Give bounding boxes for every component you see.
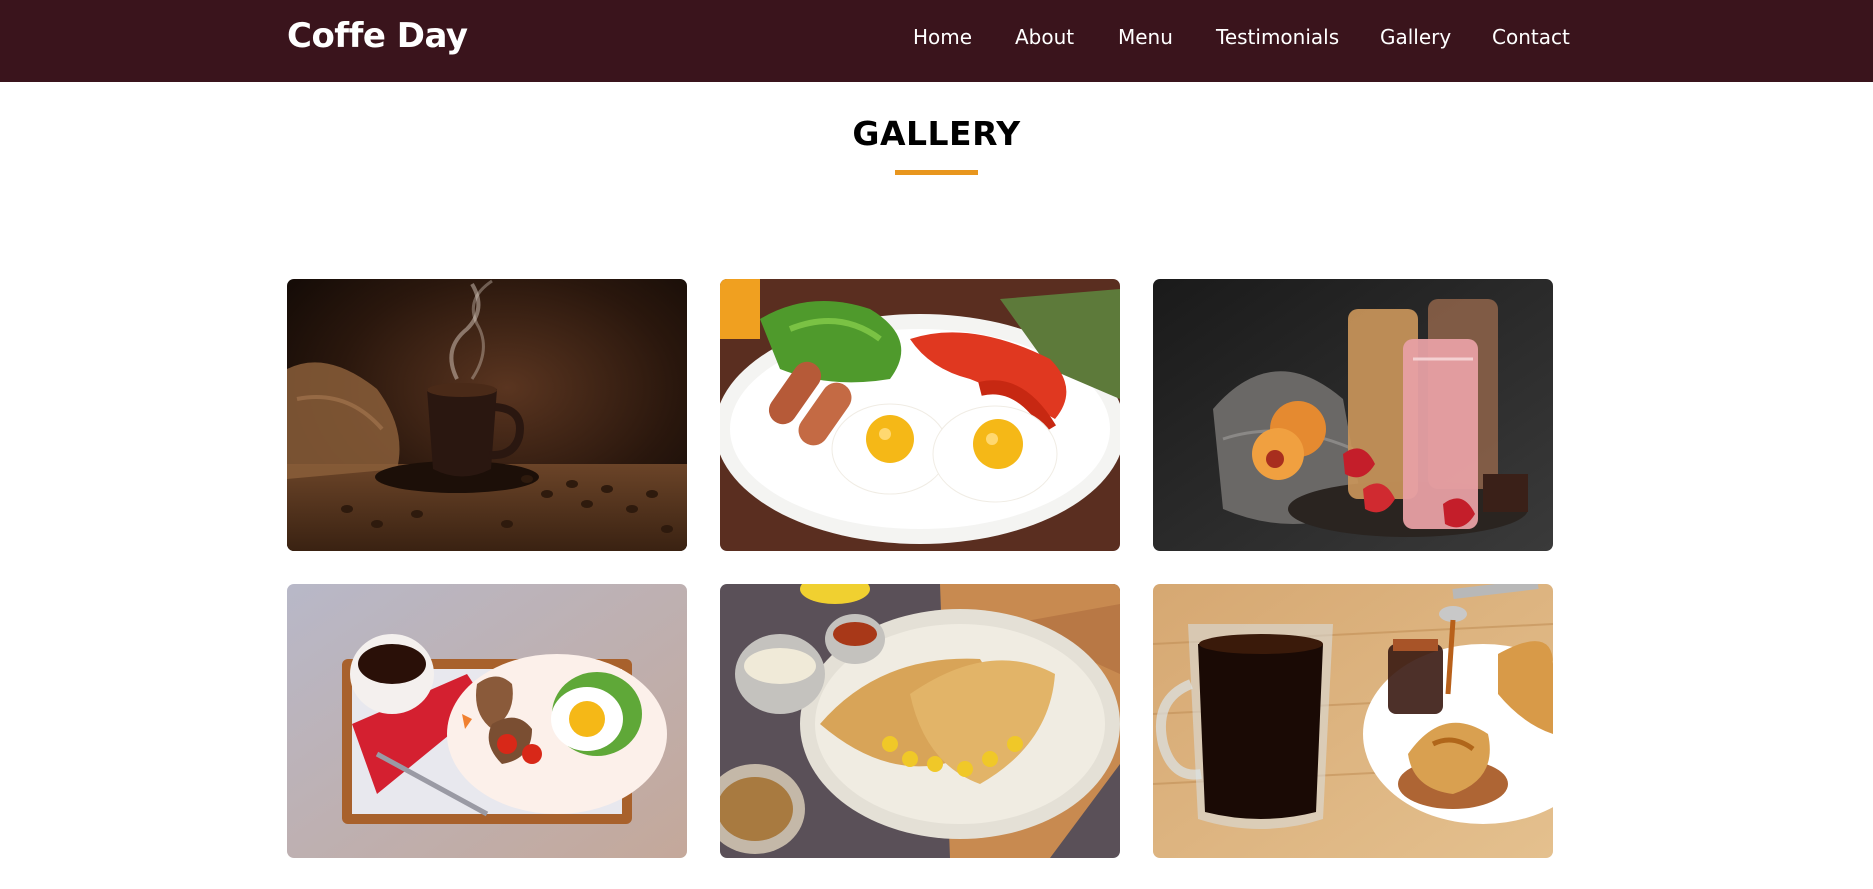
nav-link-contact[interactable]: Contact [1492, 22, 1570, 52]
nav-link-menu[interactable]: Menu [1118, 22, 1173, 52]
section-title: GALLERY [852, 114, 1021, 153]
gallery-image-breakfast-tray[interactable] [287, 584, 687, 858]
nav-link-home[interactable]: Home [913, 22, 972, 52]
title-underline [895, 170, 978, 175]
navbar: Coffe Day Home About Menu Testimonials G… [0, 0, 1873, 82]
gallery-image-coffee-croissant[interactable] [1153, 584, 1553, 858]
nav-link-about[interactable]: About [1015, 22, 1074, 52]
gallery-image-smoothies[interactable] [1153, 279, 1553, 551]
gallery-image-eggs-breakfast[interactable] [720, 279, 1120, 551]
nav-link-gallery[interactable]: Gallery [1380, 22, 1451, 52]
brand-logo[interactable]: Coffe Day [287, 14, 468, 58]
nav-link-testimonials[interactable]: Testimonials [1216, 22, 1339, 52]
gallery-image-dosa[interactable] [720, 584, 1120, 858]
gallery-image-coffee-cup[interactable] [287, 279, 687, 551]
